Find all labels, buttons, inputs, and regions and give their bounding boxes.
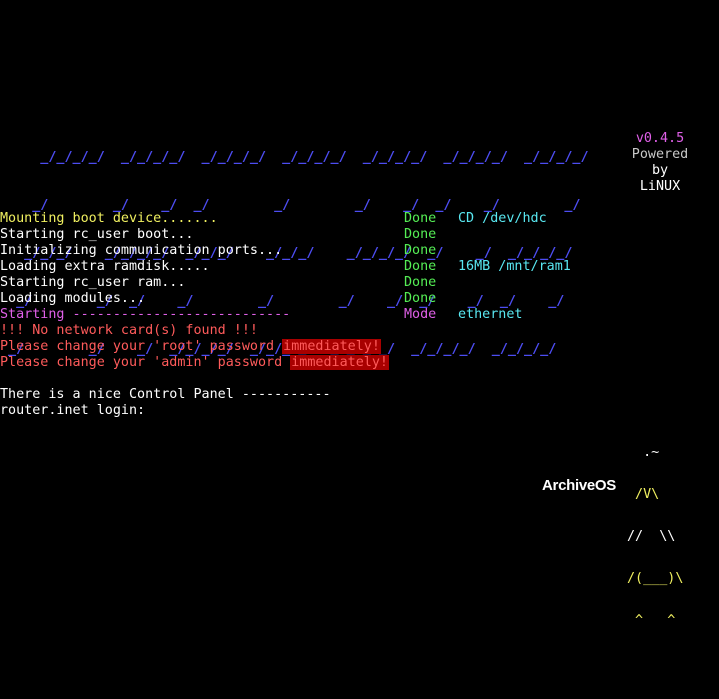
boot-line: Loading extra ramdisk..... [0, 259, 210, 274]
mascot-line: /(___)\ [627, 571, 684, 586]
network-warning: !!! No network card(s) found !!! [0, 323, 258, 338]
boot-line: Initializing communication ports... [0, 243, 283, 258]
login-prompt[interactable]: router.inet login: [0, 403, 145, 419]
immediately-badge: immediately! [290, 355, 389, 370]
logo-line: _/_/_/_/ _/_/_/_/ _/_/_/_/ _/_/_/_/ _/_/… [0, 150, 589, 165]
warning-text: Please change your 'admin' password [0, 355, 291, 370]
mascot-line: // \\ [627, 529, 676, 544]
penguin-mascot-icon: .~ /V\ // \\ /(___)\ ^ ^ [627, 418, 697, 628]
version-block: v0.4.5 Powered by LiNUX [624, 131, 696, 195]
mascot-line: ^ ^ [627, 613, 676, 628]
by-label: by [651, 163, 669, 178]
boot-status: Mode [404, 307, 437, 322]
boot-status: Done [404, 275, 437, 290]
control-panel-line: There is a nice Control Panel ----------… [0, 387, 331, 402]
boot-detail: 16MB /mnt/ram1 [458, 259, 571, 274]
brand-logo: ArchiveOS [542, 477, 616, 494]
boot-detail: CD /dev/hdc [458, 211, 547, 226]
boot-line: Starting --------------------------- [0, 307, 291, 322]
boot-status: Done [404, 243, 437, 258]
powered-label: Powered [631, 147, 689, 162]
admin-password-warning: Please change your 'admin' password imme… [0, 355, 389, 371]
mascot-line: /V\ [627, 487, 660, 502]
boot-status: Done [404, 291, 437, 306]
terminal-screen[interactable]: _/_/_/_/ _/_/_/_/ _/_/_/_/ _/_/_/_/ _/_/… [0, 0, 719, 699]
boot-detail: ethernet [458, 307, 523, 322]
boot-line: Loading modules... [0, 291, 146, 306]
boot-status: Done [404, 227, 437, 242]
boot-line: Mounting boot device....... [0, 211, 218, 226]
os-name: LiNUX [639, 179, 681, 194]
boot-line: Starting rc_user ram... [0, 275, 186, 290]
warning-text: Please change your 'root' password [0, 339, 283, 354]
ascii-logo: _/_/_/_/ _/_/_/_/ _/_/_/_/ _/_/_/_/ _/_/… [0, 118, 640, 357]
boot-status: Done [404, 259, 437, 274]
root-password-warning: Please change your 'root' password immed… [0, 339, 381, 355]
boot-status: Done [404, 211, 437, 226]
immediately-badge: immediately! [282, 339, 381, 354]
mascot-line: .~ [627, 445, 660, 460]
version-number: v0.4.5 [635, 131, 685, 146]
boot-line: Starting rc_user boot... [0, 227, 194, 242]
